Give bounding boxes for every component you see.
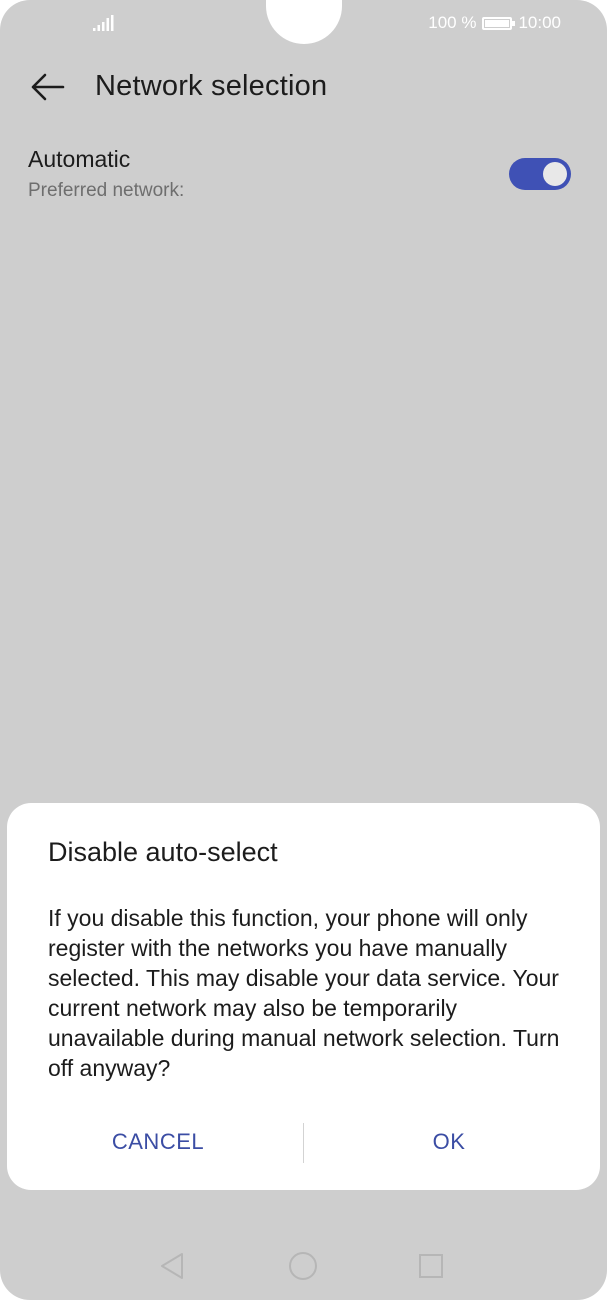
disable-auto-select-dialog: Disable auto-select If you disable this … — [7, 803, 600, 1190]
automatic-toggle[interactable] — [509, 158, 571, 190]
battery-percent: 100 % — [428, 13, 477, 32]
page-title: Network selection — [95, 70, 328, 102]
nav-home-button[interactable] — [283, 1248, 323, 1284]
signal-icon — [93, 15, 114, 31]
status-bar: 100 % 10:00 — [0, 0, 607, 44]
arrow-left-icon — [31, 73, 65, 101]
setting-title: Automatic — [28, 146, 131, 172]
dialog-title: Disable auto-select — [48, 837, 278, 867]
nav-recents-button[interactable] — [411, 1248, 451, 1284]
dialog-message: If you disable this function, your phone… — [48, 905, 560, 1081]
cancel-button[interactable]: CANCEL — [17, 1119, 299, 1165]
battery-fill — [485, 19, 510, 27]
phone-screen: 100 % 10:00 Network selection Automatic … — [0, 0, 607, 1300]
automatic-setting-row[interactable]: Automatic Preferred network: — [0, 138, 607, 218]
triangle-back-icon — [161, 1253, 183, 1279]
battery-icon — [482, 16, 516, 30]
square-recents-icon — [419, 1254, 443, 1278]
circle-home-icon — [289, 1252, 317, 1280]
toggle-knob — [543, 162, 567, 186]
navigation-bar — [0, 1234, 607, 1300]
clock: 10:00 — [518, 13, 561, 32]
nav-back-button[interactable] — [152, 1248, 192, 1284]
status-right: 100 % 10:00 — [428, 12, 561, 34]
app-header: Network selection — [0, 58, 607, 118]
dialog-actions: CANCEL OK — [7, 1119, 600, 1165]
button-divider — [303, 1123, 304, 1163]
ok-button[interactable]: OK — [308, 1119, 590, 1165]
setting-subtitle: Preferred network: — [28, 180, 185, 201]
back-button[interactable] — [24, 64, 70, 110]
